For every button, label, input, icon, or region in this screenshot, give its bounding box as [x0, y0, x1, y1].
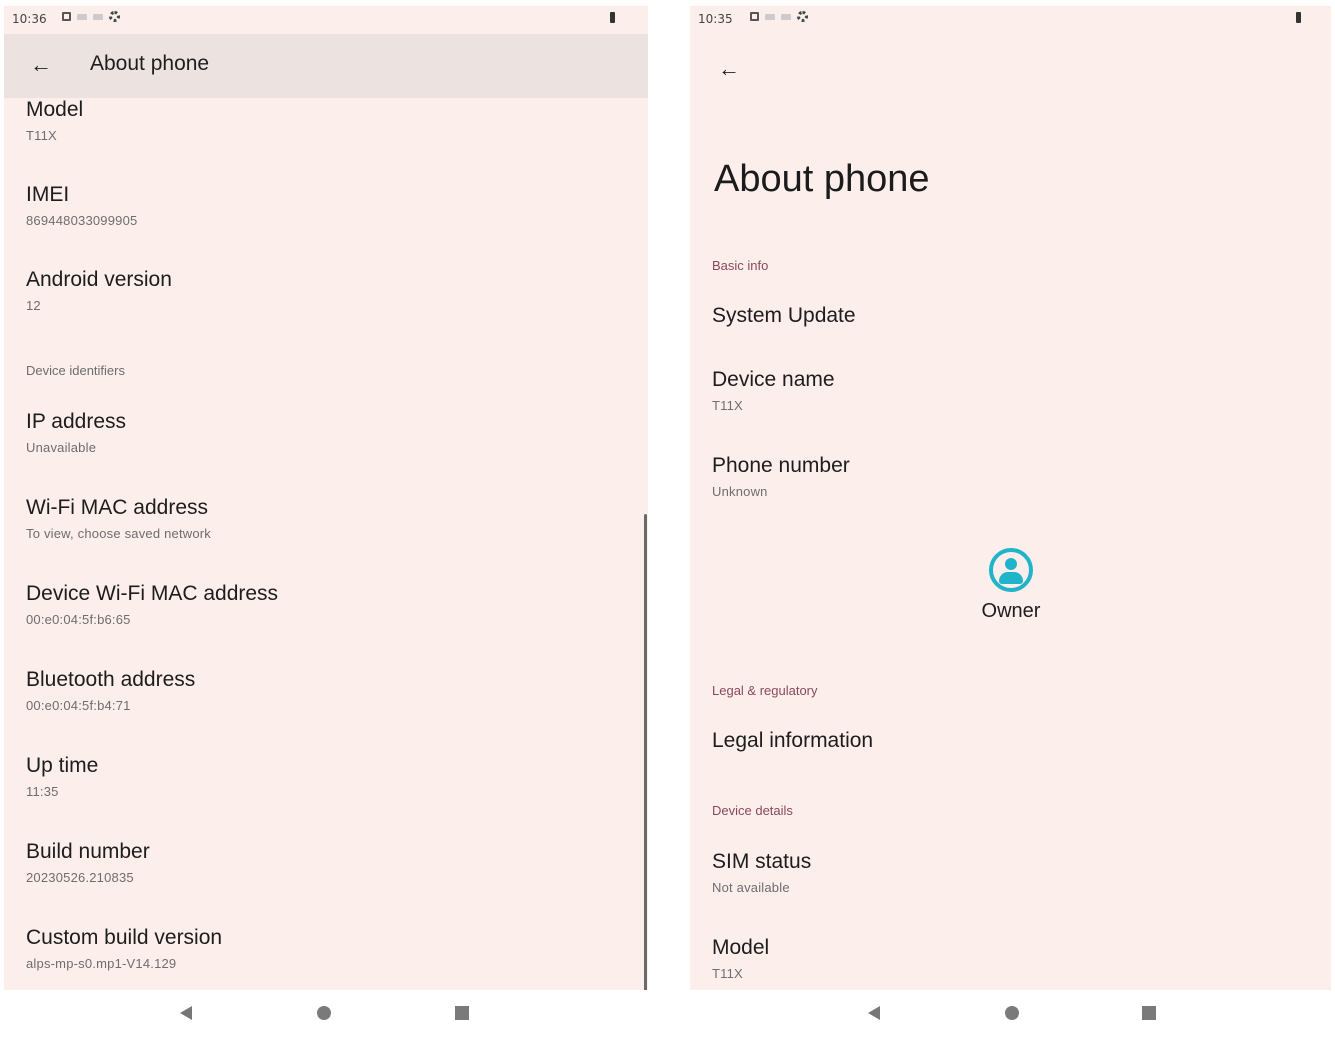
- item-title: Legal information: [712, 729, 874, 752]
- about-phone-overview-screen: 10:35 ← About phone Basic info System Up…: [690, 6, 1331, 1040]
- item-title: System Update: [712, 304, 856, 327]
- section-header-device-details: Device details: [712, 803, 793, 818]
- status-time: 10:36: [12, 12, 47, 26]
- item-title: Device name: [712, 368, 835, 391]
- item-title: Phone number: [712, 454, 850, 477]
- nav-home-icon[interactable]: [317, 1006, 331, 1020]
- status-icons: [62, 11, 120, 22]
- scrollbar[interactable]: [644, 514, 647, 992]
- owner-profile[interactable]: Owner: [978, 548, 1044, 623]
- list-item-device-wifi-mac[interactable]: Device Wi-Fi MAC address 00:e0:04:5f:b6:…: [26, 582, 278, 627]
- status-bar: 10:35: [690, 6, 1331, 34]
- app-bar: ← About phone: [4, 34, 648, 98]
- list-item-model[interactable]: Model T11X: [26, 98, 83, 143]
- item-title: Build number: [26, 840, 150, 863]
- page-title: About phone: [90, 52, 210, 75]
- section-header-legal: Legal & regulatory: [712, 683, 818, 698]
- item-title: Model: [712, 936, 770, 959]
- list-item-imei[interactable]: IMEI 869448033099905: [26, 183, 137, 228]
- item-title: Up time: [26, 754, 99, 777]
- notification-icon: [77, 13, 87, 20]
- item-title: Model: [26, 98, 84, 121]
- item-summary: To view, choose saved network: [26, 526, 212, 541]
- item-summary: 00:e0:04:5f:b4:71: [26, 698, 131, 713]
- notification-icon: [781, 13, 791, 20]
- notification-icon: [93, 13, 103, 20]
- battery-icon: [610, 12, 615, 23]
- section-header-device-identifiers: Device identifiers: [26, 363, 125, 378]
- item-summary: 869448033099905: [26, 213, 138, 228]
- list-item-device-name[interactable]: Device name T11X: [712, 368, 835, 413]
- list-item-custom-build-version[interactable]: Custom build version alps-mp-s0.mp1-V14.…: [26, 926, 222, 971]
- notification-icon: [750, 12, 759, 21]
- item-summary: Not available: [712, 880, 790, 895]
- status-time: 10:35: [698, 12, 733, 26]
- owner-label: Owner: [981, 600, 1041, 622]
- settings-gear-icon: [797, 11, 808, 22]
- item-summary: alps-mp-s0.mp1-V14.129: [26, 956, 177, 971]
- list-item-android-version[interactable]: Android version 12: [26, 268, 172, 313]
- list-item-legal-information[interactable]: Legal information: [712, 729, 873, 753]
- item-title: Android version: [26, 268, 172, 291]
- nav-recents-icon[interactable]: [455, 1006, 469, 1020]
- item-summary: T11X: [26, 128, 57, 143]
- list-item-sim-status[interactable]: SIM status Not available: [712, 850, 811, 895]
- nav-home-icon[interactable]: [1005, 1006, 1019, 1020]
- item-title: SIM status: [712, 850, 812, 873]
- item-summary: 20230526.210835: [26, 870, 134, 885]
- list-item-model[interactable]: Model T11X: [712, 936, 769, 981]
- account-circle-icon: [989, 548, 1033, 592]
- section-header-basic-info: Basic info: [712, 258, 769, 273]
- item-title: Device Wi-Fi MAC address: [26, 582, 279, 605]
- list-item-system-update[interactable]: System Update: [712, 304, 856, 328]
- item-title: IP address: [26, 410, 127, 433]
- list-item-bluetooth-address[interactable]: Bluetooth address 00:e0:04:5f:b4:71: [26, 668, 195, 713]
- list-item-ip-address[interactable]: IP address Unavailable: [26, 410, 126, 455]
- item-summary: 00:e0:04:5f:b6:65: [26, 612, 131, 627]
- item-summary: Unavailable: [26, 440, 97, 455]
- back-arrow-icon[interactable]: ←: [718, 58, 740, 80]
- item-summary: T11X: [712, 966, 743, 981]
- battery-icon: [1296, 12, 1301, 23]
- notification-icon: [765, 13, 775, 20]
- back-arrow-icon[interactable]: ←: [30, 54, 52, 76]
- page-title: About phone: [714, 158, 930, 200]
- item-title: IMEI: [26, 183, 70, 206]
- item-title: Wi-Fi MAC address: [26, 496, 209, 519]
- list-item-wifi-mac[interactable]: Wi-Fi MAC address To view, choose saved …: [26, 496, 211, 541]
- navigation-bar: [4, 990, 648, 1040]
- item-title: Bluetooth address: [26, 668, 196, 691]
- status-bar: 10:36: [4, 6, 648, 34]
- status-icons: [750, 11, 808, 22]
- item-summary: 11:35: [26, 784, 59, 799]
- item-title: Custom build version: [26, 926, 223, 949]
- item-summary: 12: [26, 298, 41, 313]
- item-summary: Unknown: [712, 484, 768, 499]
- nav-recents-icon[interactable]: [1142, 1006, 1156, 1020]
- settings-gear-icon: [109, 11, 120, 22]
- nav-back-icon[interactable]: [868, 1006, 880, 1020]
- about-phone-details-screen: 10:36 ← About phone Model T11X IMEI 8694…: [4, 6, 648, 1040]
- item-summary: T11X: [712, 398, 743, 413]
- notification-icon: [62, 12, 71, 21]
- nav-back-icon[interactable]: [180, 1006, 192, 1020]
- list-item-phone-number[interactable]: Phone number Unknown: [712, 454, 850, 499]
- list-item-up-time[interactable]: Up time 11:35: [26, 754, 98, 799]
- list-item-build-number[interactable]: Build number 20230526.210835: [26, 840, 150, 885]
- navigation-bar: [690, 990, 1331, 1040]
